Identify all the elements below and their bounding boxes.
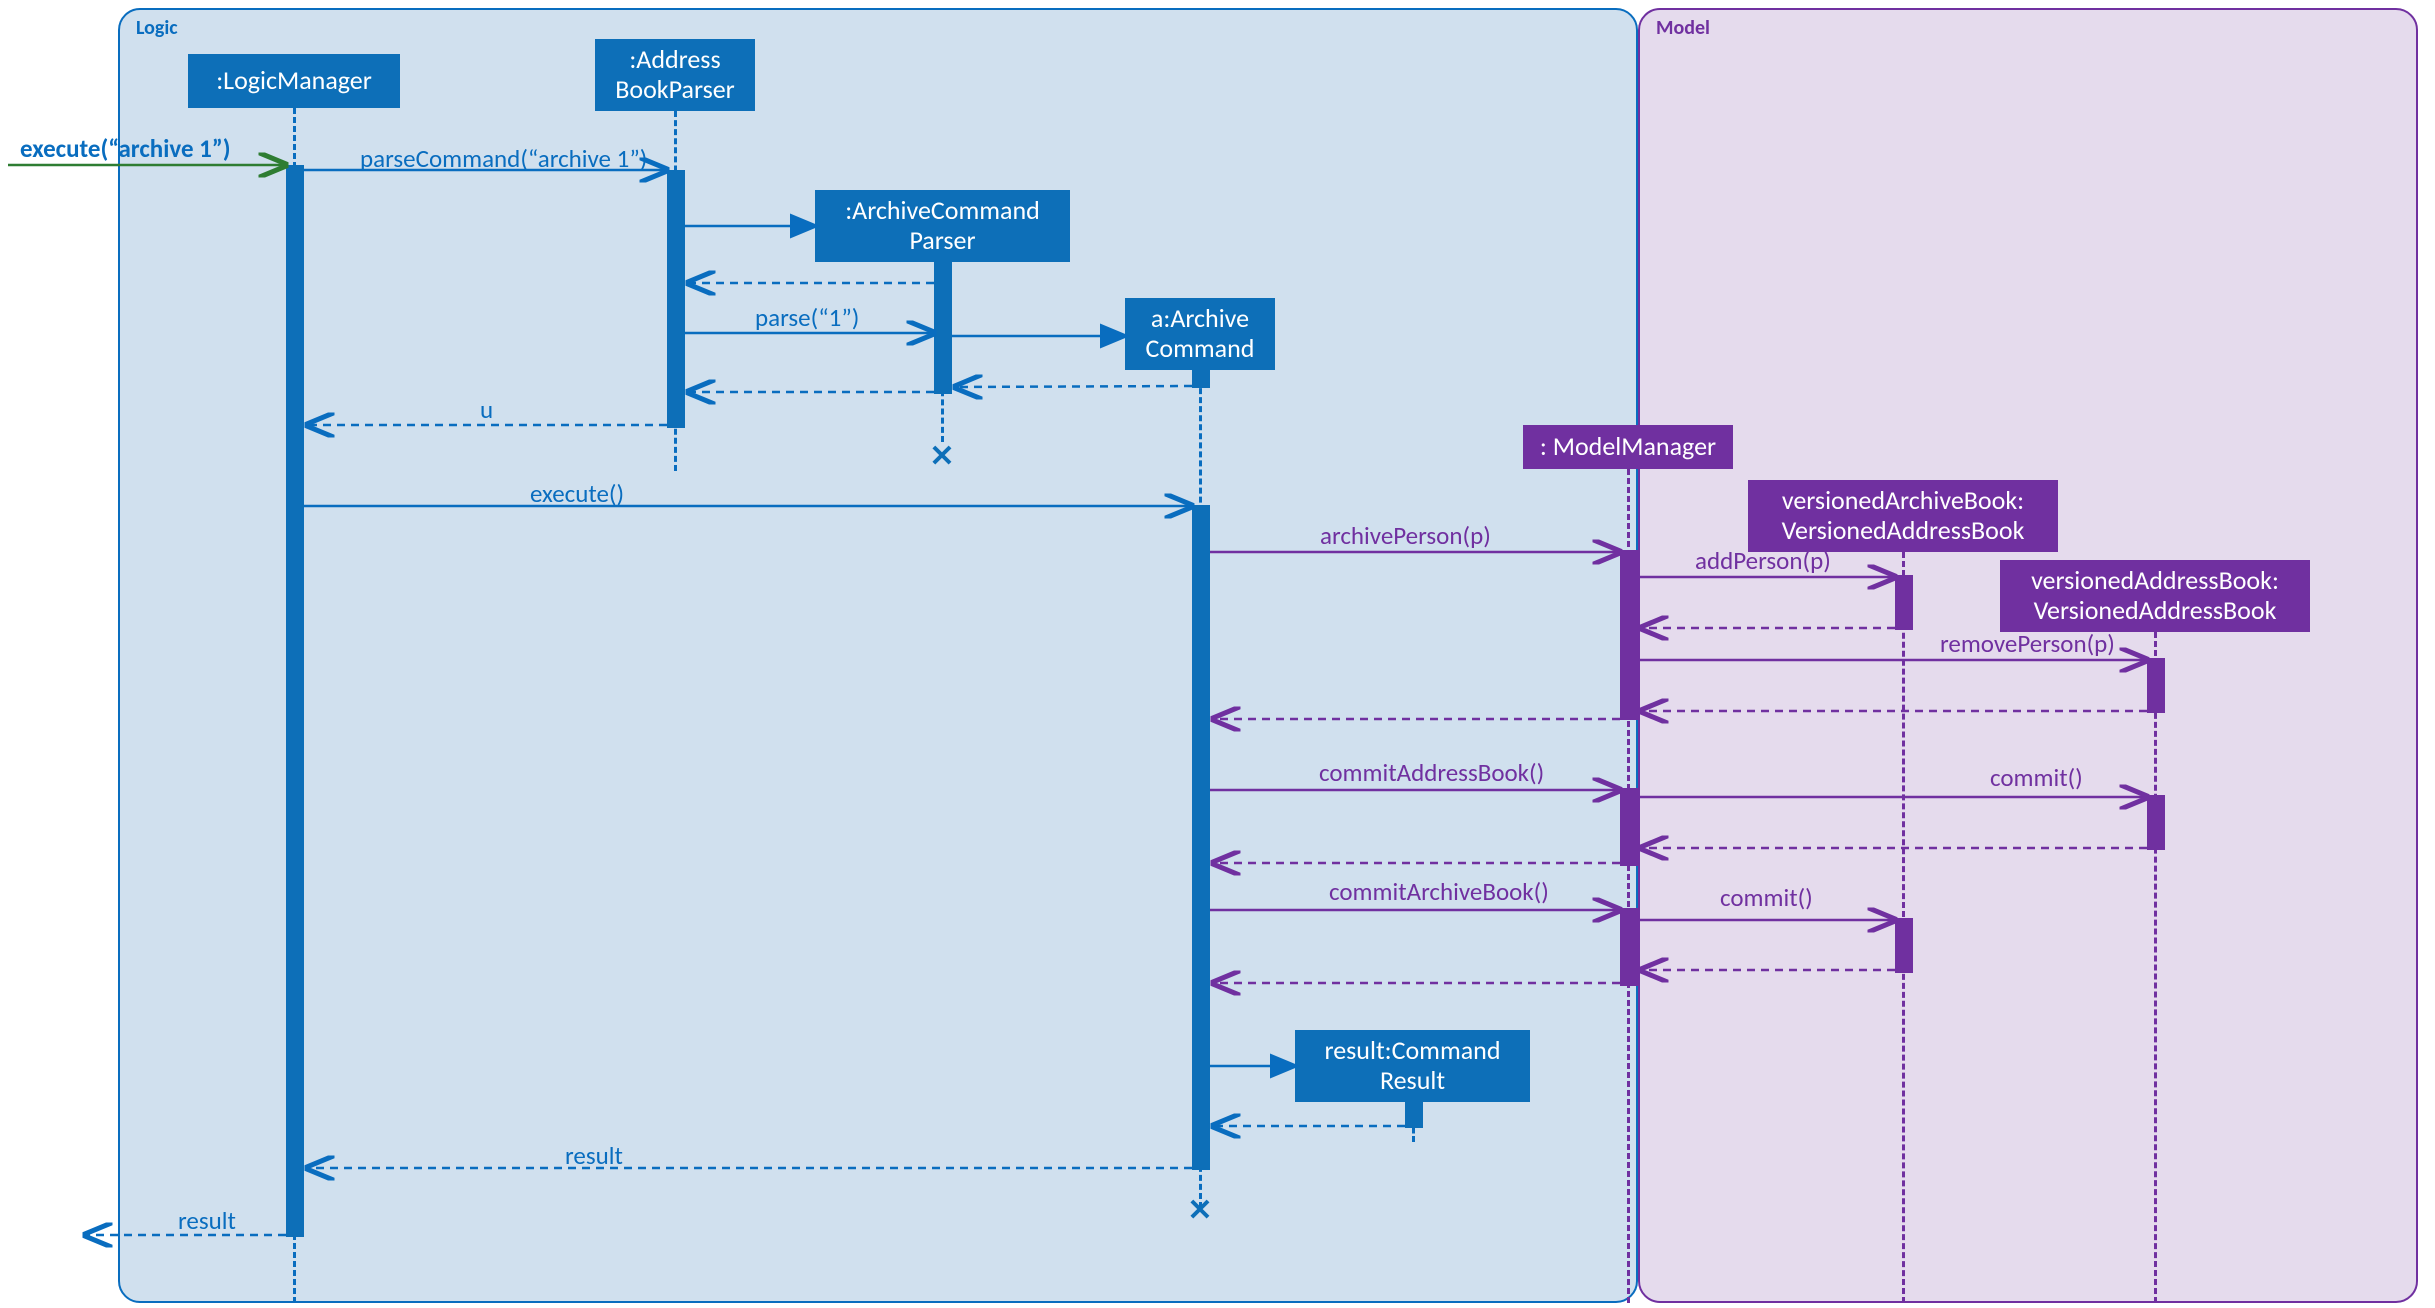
msg-label: removePerson(p) <box>1940 628 2115 659</box>
lifeline-versionedaddressbook-label: versionedAddressBook: VersionedAddressBo… <box>2010 566 2300 626</box>
msg-label: execute() <box>530 478 624 509</box>
activation <box>667 170 685 428</box>
activation <box>1405 1102 1423 1128</box>
lifeline-archivecommandparser: :ArchiveCommand Parser <box>815 190 1070 262</box>
lifeline-addressbookparser-label: :Address BookParser <box>605 45 745 105</box>
activation <box>1192 370 1210 388</box>
msg-label: addPerson(p) <box>1695 545 1831 576</box>
lifeline-modelmanager-label: : ModelManager <box>1540 432 1716 462</box>
activation <box>286 165 304 1237</box>
msg-label: parseCommand(“archive 1”) <box>360 143 647 174</box>
activation <box>2147 795 2165 850</box>
frame-title-model: Model <box>1656 16 1710 40</box>
activation <box>1620 550 1638 720</box>
msg-label: commitAddressBook() <box>1319 757 1544 788</box>
destroy-icon <box>928 442 956 470</box>
activation <box>1620 788 1638 866</box>
msg-label: result <box>565 1140 623 1171</box>
lifeline-versionedarchivebook-label: versionedArchiveBook: VersionedAddressBo… <box>1758 486 2048 546</box>
lifeline-addressbookparser: :Address BookParser <box>595 39 755 111</box>
lifeline-commandresult-label: result:Command Result <box>1305 1036 1520 1096</box>
msg-label: commitArchiveBook() <box>1329 876 1549 907</box>
activation <box>1192 505 1210 1170</box>
msg-label: commit() <box>1990 762 2083 793</box>
activation <box>1895 918 1913 973</box>
lifeline-archivecommandparser-label: :ArchiveCommand Parser <box>825 196 1060 256</box>
lifeline-tail <box>2154 632 2157 1303</box>
msg-label: u <box>480 394 493 425</box>
msg-label: result <box>178 1205 236 1236</box>
activation <box>2147 658 2165 713</box>
lifeline-archivecommand-label: a:Archive Command <box>1135 304 1265 364</box>
lifeline-commandresult: result:Command Result <box>1295 1030 1530 1102</box>
lifeline-modelmanager: : ModelManager <box>1523 425 1733 469</box>
activation <box>1620 908 1638 986</box>
lifeline-logicmanager-label: :LogicManager <box>216 66 372 96</box>
lifeline-versionedaddressbook: versionedAddressBook: VersionedAddressBo… <box>2000 560 2310 632</box>
activation <box>1895 575 1913 630</box>
activation <box>934 262 952 394</box>
frame-title-logic: Logic <box>136 16 178 40</box>
msg-label: execute(“archive 1”) <box>20 133 231 164</box>
lifeline-archivecommand: a:Archive Command <box>1125 298 1275 370</box>
destroy-icon <box>1186 1196 1214 1224</box>
msg-label: archivePerson(p) <box>1320 520 1491 551</box>
lifeline-logicmanager: :LogicManager <box>188 54 400 108</box>
msg-label: commit() <box>1720 882 1813 913</box>
lifeline-versionedarchivebook: versionedArchiveBook: VersionedAddressBo… <box>1748 480 2058 552</box>
msg-label: parse(“1”) <box>755 302 859 333</box>
